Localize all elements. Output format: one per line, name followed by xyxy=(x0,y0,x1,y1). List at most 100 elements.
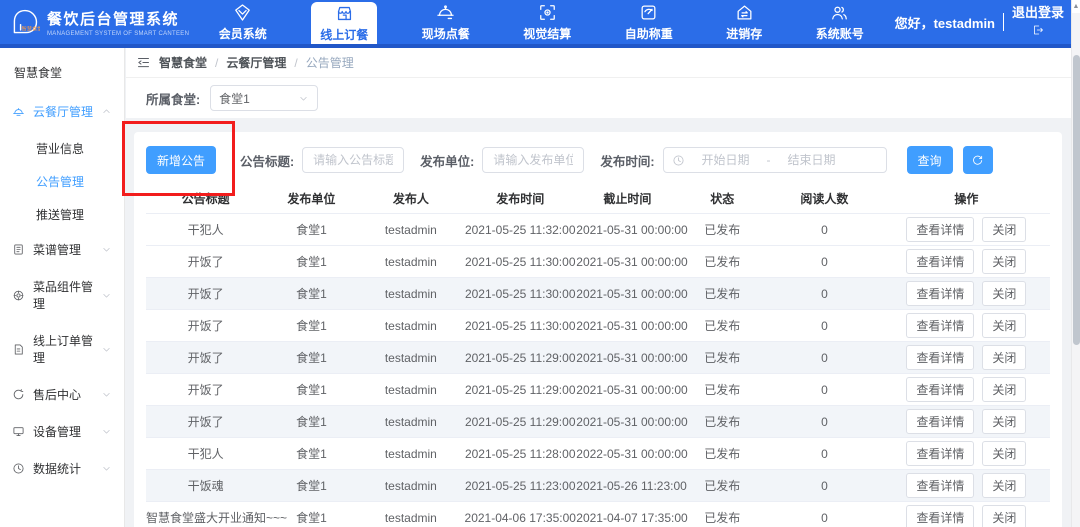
date-range-picker[interactable]: - xyxy=(663,147,887,173)
table-row: 智慧食堂盛大开业通知~~~ 食堂1 testadmin 2021-04-06 1… xyxy=(146,502,1050,527)
cell-title: 开饭了 xyxy=(146,317,265,334)
logout-icon xyxy=(1032,23,1044,38)
view-detail-button[interactable]: 查看详情 xyxy=(906,505,974,527)
view-detail-button[interactable]: 查看详情 xyxy=(906,377,974,402)
sidebar-item[interactable]: 菜品组件管理 xyxy=(0,268,124,322)
close-announcement-button[interactable]: 关闭 xyxy=(982,505,1026,527)
column-header: 发布时间 xyxy=(464,190,576,207)
chevron-down-icon xyxy=(101,463,112,474)
sidebar-subitem-label: 推送管理 xyxy=(36,208,84,222)
cell-status: 已发布 xyxy=(678,477,766,494)
top-nav-item[interactable]: 线上订餐 xyxy=(311,2,377,44)
cell-actions: 查看详情 关闭 xyxy=(883,377,1050,402)
cell-publisher: testadmin xyxy=(358,287,465,301)
column-header: 公告标题 xyxy=(146,190,265,207)
top-nav-item[interactable]: 视觉结算 xyxy=(514,0,580,44)
cell-deadline: 2021-05-31 00:00:00 xyxy=(576,415,678,429)
close-announcement-button[interactable]: 关闭 xyxy=(982,377,1026,402)
top-nav-item[interactable]: 自助称重 xyxy=(616,0,682,44)
top-nav-item[interactable]: 进销存 xyxy=(717,0,771,44)
chevron-down-icon xyxy=(298,93,309,104)
cell-deadline: 2021-05-31 00:00:00 xyxy=(576,351,678,365)
refresh-button[interactable] xyxy=(963,146,993,174)
breadcrumb-item[interactable]: 智慧食堂 xyxy=(159,54,207,71)
breadcrumb-separator: / xyxy=(294,56,297,70)
cell-deadline: 2021-05-31 00:00:00 xyxy=(576,223,678,237)
view-detail-button[interactable]: 查看详情 xyxy=(906,473,974,498)
table-header: 公告标题 发布单位 发布人 发布时间 截止时间 状态 阅读人数 操作 xyxy=(146,184,1050,214)
top-nav-label: 自助称重 xyxy=(625,25,673,42)
sidebar-item-label: 设备管理 xyxy=(33,423,81,440)
table-row: 开饭了 食堂1 testadmin 2021-05-25 11:30:00 20… xyxy=(146,246,1050,278)
announcement-table: 干犯人 食堂1 testadmin 2021-05-25 11:32:00 20… xyxy=(146,214,1050,527)
start-date-input[interactable] xyxy=(687,153,765,167)
sidebar-subitem[interactable]: 公告管理 xyxy=(0,165,124,198)
cell-unit: 食堂1 xyxy=(265,221,357,238)
scrollbar[interactable]: ▲ xyxy=(1071,0,1080,527)
cell-publisher: testadmin xyxy=(358,511,465,525)
view-detail-button[interactable]: 查看详情 xyxy=(906,217,974,242)
cell-unit: 食堂1 xyxy=(265,445,357,462)
top-nav-item[interactable]: 现场点餐 xyxy=(413,0,479,44)
table-row: 干犯人 食堂1 testadmin 2021-05-25 11:28:00 20… xyxy=(146,438,1050,470)
breadcrumb-item[interactable]: 云餐厅管理 xyxy=(226,54,286,71)
sidebar-item-cloud-canteen[interactable]: 云餐厅管理 xyxy=(0,91,124,132)
view-detail-button[interactable]: 查看详情 xyxy=(906,441,974,466)
query-button[interactable]: 查询 xyxy=(907,146,953,174)
sidebar-item[interactable]: 数据统计 xyxy=(0,450,124,487)
cell-unit: 食堂1 xyxy=(265,413,357,430)
close-announcement-button[interactable]: 关闭 xyxy=(982,441,1026,466)
close-announcement-button[interactable]: 关闭 xyxy=(982,409,1026,434)
view-detail-button[interactable]: 查看详情 xyxy=(906,249,974,274)
view-detail-button[interactable]: 查看详情 xyxy=(906,281,974,306)
cell-status: 已发布 xyxy=(678,253,766,270)
storefront-icon xyxy=(335,4,354,23)
canteen-select[interactable]: 食堂1 xyxy=(210,85,318,111)
sidebar-item[interactable]: 售后中心 xyxy=(0,376,124,413)
sidebar-subitem[interactable]: 推送管理 xyxy=(0,198,124,231)
cell-publish-time: 2021-05-25 11:32:00 xyxy=(464,223,576,237)
close-announcement-button[interactable]: 关闭 xyxy=(982,473,1026,498)
cell-publish-time: 2021-05-25 11:23:00 xyxy=(464,479,576,493)
cell-actions: 查看详情 关闭 xyxy=(883,345,1050,370)
sidebar-item-label: 菜谱管理 xyxy=(33,241,81,258)
close-announcement-button[interactable]: 关闭 xyxy=(982,249,1026,274)
top-nav-item[interactable]: 系统账号 xyxy=(807,0,873,44)
sidebar-subitem-label: 公告管理 xyxy=(36,175,84,189)
end-date-input[interactable] xyxy=(773,153,851,167)
close-announcement-button[interactable]: 关闭 xyxy=(982,281,1026,306)
view-detail-button[interactable]: 查看详情 xyxy=(906,313,974,338)
top-nav-label: 会员系统 xyxy=(219,25,267,42)
view-detail-button[interactable]: 查看详情 xyxy=(906,409,974,434)
close-announcement-button[interactable]: 关闭 xyxy=(982,217,1026,242)
breadcrumb-current: 公告管理 xyxy=(306,54,354,71)
menu-fold-icon[interactable] xyxy=(136,55,151,70)
scrollbar-up-arrow[interactable]: ▲ xyxy=(1072,0,1080,13)
top-nav-item[interactable]: 会员系统 xyxy=(210,0,276,44)
cell-readers: 0 xyxy=(766,447,883,461)
scan-icon xyxy=(538,3,557,22)
cell-publish-time: 2021-05-25 11:30:00 xyxy=(464,319,576,333)
aftersale-icon xyxy=(12,388,25,401)
app-title: 餐饮后台管理系统 xyxy=(47,8,189,29)
time-filter-label: 发布时间: xyxy=(600,151,654,170)
unit-filter-input[interactable] xyxy=(482,147,584,173)
column-header: 操作 xyxy=(883,190,1050,207)
sidebar-subitem[interactable]: 营业信息 xyxy=(0,132,124,165)
table-row: 开饭了 食堂1 testadmin 2021-05-25 11:30:00 20… xyxy=(146,278,1050,310)
title-filter-input[interactable] xyxy=(302,147,404,173)
logout-button[interactable]: 退出登录 xyxy=(1012,4,1064,39)
close-announcement-button[interactable]: 关闭 xyxy=(982,345,1026,370)
cell-status: 已发布 xyxy=(678,349,766,366)
top-nav-label: 线上订餐 xyxy=(320,26,368,43)
scrollbar-thumb[interactable] xyxy=(1073,55,1080,345)
add-announcement-button[interactable]: 新增公告 xyxy=(146,146,216,174)
cell-actions: 查看详情 关闭 xyxy=(883,313,1050,338)
sidebar-item[interactable]: 线上订单管理 xyxy=(0,322,124,376)
cell-unit: 食堂1 xyxy=(265,477,357,494)
sidebar-item[interactable]: 菜谱管理 xyxy=(0,231,124,268)
view-detail-button[interactable]: 查看详情 xyxy=(906,345,974,370)
sidebar-item-label: 售后中心 xyxy=(33,386,81,403)
close-announcement-button[interactable]: 关闭 xyxy=(982,313,1026,338)
sidebar-item[interactable]: 设备管理 xyxy=(0,413,124,450)
